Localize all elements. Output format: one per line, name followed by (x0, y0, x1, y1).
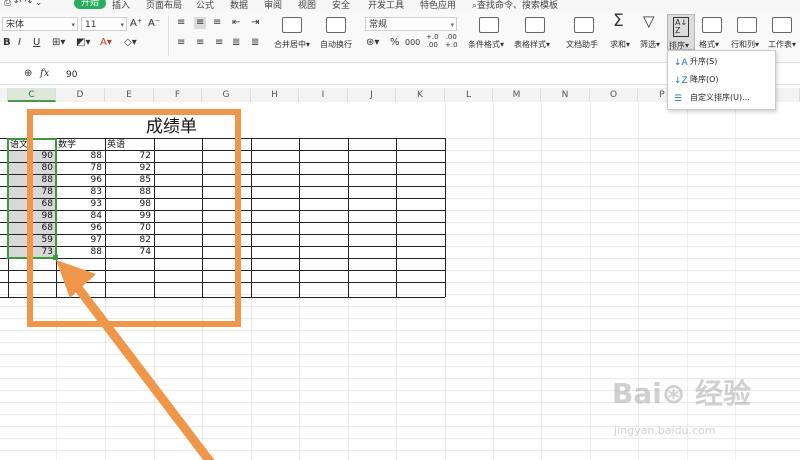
column-header-l[interactable]: L (445, 88, 493, 102)
column-header-m[interactable]: M (493, 88, 541, 102)
conditional-format-icon[interactable] (479, 17, 499, 33)
menu-security[interactable]: 安全 (332, 0, 350, 11)
column-header-n[interactable]: N (541, 88, 590, 102)
currency-icon[interactable]: ⊛▾ (366, 37, 379, 49)
column-header-d[interactable]: D (56, 88, 105, 102)
menu-insert[interactable]: 插入 (112, 0, 130, 11)
font-grow-button[interactable]: A⁺ (130, 18, 142, 30)
wrap-text-icon[interactable] (326, 17, 346, 33)
filter-button[interactable]: 筛选▾ (640, 39, 660, 50)
sort-ascending-icon: ↓A (674, 58, 688, 68)
increase-decimal-button[interactable]: +.0 .00 (426, 33, 439, 49)
zoom-icon[interactable]: ⊕ (24, 68, 32, 79)
conditional-format-button[interactable]: 条件格式▾ (468, 39, 504, 50)
align-top-icon[interactable]: ≡ (177, 17, 185, 29)
sort-descending-icon: ↓Z (674, 76, 688, 86)
column-header-stub[interactable] (0, 88, 8, 102)
align-center-icon[interactable]: ≡ (196, 37, 204, 49)
menu-view[interactable]: 视图 (298, 0, 316, 11)
menu-bar: ⎙ ↶ ↷ ⌄ 开始 插入 页面布局 公式 数据 审阅 视图 安全 开发工具 特… (0, 0, 800, 12)
menu-page-layout[interactable]: 页面布局 (146, 0, 182, 11)
eraser-icon[interactable]: ◇▾ (124, 37, 137, 49)
annotation-arrow-head (56, 260, 96, 298)
number-format-select[interactable]: 常规 ▾ (365, 17, 457, 31)
menu-data[interactable]: 数据 (230, 0, 248, 11)
font-shrink-button[interactable]: A⁻ (148, 18, 160, 30)
merge-center-button[interactable]: 合并居中▾ (274, 39, 310, 50)
align-right-icon[interactable]: ≡ (215, 37, 223, 49)
sort-descending-item[interactable]: ↓Z 降序(O) (668, 71, 775, 88)
distributed-icon[interactable]: ≣ (251, 37, 259, 49)
underline-button[interactable]: U (33, 37, 40, 49)
column-header-j[interactable]: J (348, 88, 396, 102)
decrease-decimal-button[interactable]: .00 +.0 (445, 33, 458, 49)
column-header-k[interactable]: K (396, 88, 445, 102)
row-col-icon[interactable] (737, 17, 757, 33)
command-search[interactable]: ⌕查找命令、搜索模板 (472, 0, 558, 11)
format-icon[interactable] (702, 17, 722, 33)
sort-icon: A↓ Z (673, 17, 690, 37)
menu-home[interactable]: 开始 (74, 0, 107, 9)
quick-access-icons[interactable]: ⎙ ↶ ↷ ⌄ (4, 0, 42, 8)
menu-special[interactable]: 特色应用 (420, 0, 456, 11)
table-style-button[interactable]: 表格样式▾ (514, 39, 550, 50)
sort-dropdown-menu: ↓A 升序(S) ↓Z 降序(O) ☰ 自定义排序(U)... (667, 50, 776, 110)
column-header-f[interactable]: F (154, 88, 202, 102)
row-col-button[interactable]: 行和列▾ (731, 39, 759, 50)
border-icon[interactable]: ⊞▾ (52, 37, 65, 49)
fill-color-icon[interactable]: ◩▾ (76, 37, 90, 49)
sort-ascending-item[interactable]: ↓A 升序(S) (668, 53, 775, 70)
custom-sort-icon: ☰ (674, 94, 683, 104)
wrap-text-button[interactable]: 自动换行 (320, 39, 352, 50)
chevron-down-icon: ▾ (120, 21, 124, 29)
sum-button[interactable]: 求和▾ (610, 39, 630, 50)
indent-decrease-icon[interactable]: ⇤ (232, 17, 240, 29)
font-name-select[interactable]: 宋体 ▾ (2, 17, 78, 31)
align-left-icon[interactable]: ≡ (177, 37, 185, 49)
worksheet-icon[interactable] (772, 17, 792, 33)
annotation-arrow-shaft (67, 275, 215, 460)
column-header-g[interactable]: G (202, 88, 251, 102)
watermark-brand: Bai⊛ 经验 (612, 377, 752, 410)
sort-button[interactable]: A↓ Z 排序▾ (667, 14, 695, 50)
justify-icon[interactable]: ≣ (232, 37, 240, 49)
fx-icon[interactable]: fx (40, 68, 49, 79)
percent-button[interactable]: % (390, 37, 400, 49)
font-size-select[interactable]: 11 ▾ (81, 17, 127, 31)
thousands-button[interactable]: 000 (405, 37, 420, 49)
chevron-down-icon: ▾ (450, 21, 454, 29)
column-header-h[interactable]: H (251, 88, 299, 102)
custom-sort-item[interactable]: ☰ 自定义排序(U)... (668, 89, 775, 106)
menu-review[interactable]: 审阅 (264, 0, 282, 11)
align-bottom-icon[interactable]: ≡ (213, 17, 221, 29)
sum-icon[interactable]: Σ (613, 13, 624, 30)
chevron-down-icon: ▾ (71, 21, 75, 29)
watermark-url: jingyan.baidu.com (614, 424, 716, 437)
format-button[interactable]: 格式▾ (699, 39, 719, 50)
align-middle-icon[interactable]: ≡ (194, 17, 207, 29)
bold-button[interactable]: B (3, 37, 11, 49)
column-header-o[interactable]: O (590, 88, 638, 102)
menu-formula[interactable]: 公式 (196, 0, 214, 11)
worksheet-button[interactable]: 工作表▾ (768, 39, 796, 50)
merge-center-icon[interactable] (282, 17, 302, 33)
doc-helper-icon[interactable] (574, 17, 594, 33)
doc-helper-button[interactable]: 文档助手 (566, 39, 598, 50)
column-header-c[interactable]: C (8, 88, 56, 102)
menu-developer[interactable]: 开发工具 (368, 0, 404, 11)
filter-icon[interactable]: ▽ (643, 14, 655, 29)
italic-button[interactable]: I (18, 37, 21, 49)
column-header-i[interactable]: I (299, 88, 348, 102)
table-style-icon[interactable] (525, 17, 545, 33)
watermark: Bai⊛ 经验 jingyan.baidu.com (612, 372, 772, 452)
column-header-e[interactable]: E (105, 88, 154, 102)
ribbon-separator (168, 16, 169, 56)
font-color-icon[interactable]: A▾ (100, 37, 112, 49)
formula-input[interactable]: 90 (60, 68, 666, 82)
indent-increase-icon[interactable]: ⇥ (251, 17, 259, 29)
